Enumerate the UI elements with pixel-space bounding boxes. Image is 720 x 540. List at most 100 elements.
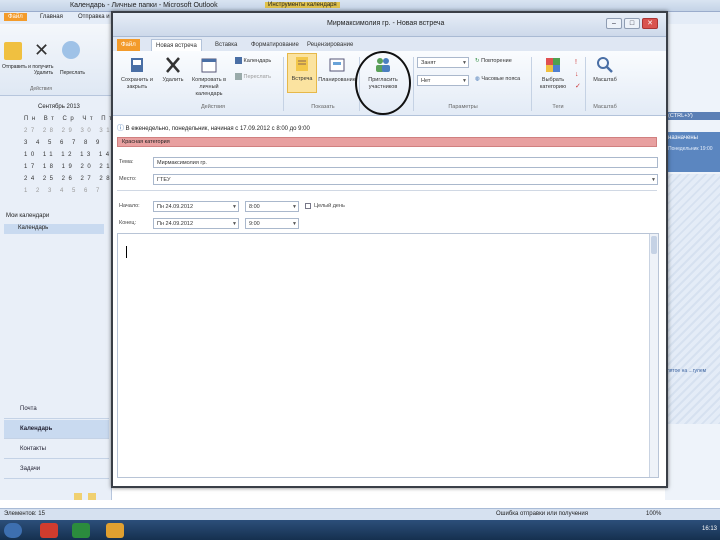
nav-tasks[interactable]: Задачи bbox=[4, 460, 109, 479]
recurrence-button[interactable]: ↻ Повторение bbox=[475, 58, 527, 65]
window-title: Мирмаксимолия гр. - Новая встреча bbox=[327, 20, 445, 27]
notes-body-textarea[interactable] bbox=[117, 233, 659, 478]
window-title-bar: Мирмаксимолия гр. - Новая встреча – □ ✕ bbox=[113, 13, 666, 37]
tab-review[interactable]: Рецензирование bbox=[303, 39, 357, 51]
end-time-value: 9:00 bbox=[249, 221, 260, 227]
outlook-title: Календарь - Личные папки - Microsoft Out… bbox=[70, 2, 218, 9]
divider bbox=[117, 190, 657, 191]
time-zones-button[interactable]: ◍ Часовые пояса bbox=[475, 76, 533, 83]
calendar-button-label: Календарь bbox=[243, 57, 272, 64]
delete-x-icon: ✕ bbox=[34, 40, 50, 60]
reminder-value: Нет bbox=[421, 78, 431, 84]
all-day-checkbox[interactable] bbox=[305, 203, 311, 209]
taskbar-app-icon[interactable] bbox=[40, 523, 58, 538]
calendar-button[interactable]: Календарь bbox=[235, 57, 279, 65]
calendar-grid bbox=[665, 174, 720, 424]
scrollbar-thumb[interactable] bbox=[651, 236, 657, 254]
tab-new-meeting[interactable]: Новая встреча bbox=[151, 39, 202, 51]
start-icon[interactable] bbox=[4, 523, 22, 538]
chevron-down-icon: ▼ bbox=[462, 60, 467, 66]
folder-list-icon[interactable] bbox=[88, 493, 96, 500]
calendar-item-label: Календарь bbox=[18, 225, 49, 231]
ribbon: Сохранить и закрыть Удалить Копировать в… bbox=[113, 51, 666, 116]
mini-calendar-row[interactable]: 1 2 3 4 5 6 7 bbox=[24, 188, 103, 194]
subject-input[interactable]: Мирмаксимолия гр. bbox=[153, 157, 658, 168]
forward-button[interactable]: Переслать bbox=[235, 73, 279, 81]
taskbar-clock: 16:13 bbox=[702, 526, 718, 532]
nav-mail[interactable]: Почта bbox=[4, 400, 109, 419]
save-close-icon bbox=[131, 58, 143, 72]
nav-calendar-label: Календарь bbox=[20, 426, 53, 432]
save-close-button[interactable]: Сохранить и закрыть bbox=[117, 55, 157, 91]
ribbon-separator bbox=[531, 57, 532, 111]
tab-send-bg[interactable]: Отправка и bbox=[78, 14, 110, 20]
tab-insert[interactable]: Вставка bbox=[211, 39, 241, 51]
status-error[interactable]: Ошибка отправки или получения bbox=[496, 511, 588, 517]
taskbar-app-icon[interactable] bbox=[72, 523, 90, 538]
end-date-picker[interactable]: Пн 24.09.2012 ▼ bbox=[153, 218, 239, 229]
tab-home-bg[interactable]: Главная bbox=[40, 14, 63, 20]
start-date-value: Пн 24.09.2012 bbox=[157, 204, 194, 210]
bg-btn-delete[interactable]: Удалить bbox=[34, 70, 53, 76]
bg-btn-forward[interactable]: Переслать bbox=[60, 70, 85, 76]
subject-value: Мирмаксимолия гр. bbox=[157, 160, 207, 166]
appointment-window: Мирмаксимолия гр. - Новая встреча – □ ✕ … bbox=[111, 11, 668, 488]
nav-contacts-label: Контакты bbox=[20, 446, 46, 452]
forward-icon bbox=[235, 73, 242, 80]
right-search-box[interactable]: (CTRL+У) bbox=[667, 112, 720, 120]
magnifier-icon bbox=[597, 57, 613, 73]
categorize-button[interactable]: Выбрать категорию bbox=[533, 55, 573, 91]
chevron-down-icon: ▼ bbox=[232, 204, 237, 210]
info-icon: ⓘ bbox=[117, 125, 124, 132]
end-time-select[interactable]: 9:00 ▼ bbox=[245, 218, 299, 229]
calendar-view-right: (CTRL+У) назначены Понедельник 19:00 пят… bbox=[665, 24, 720, 500]
tab-file[interactable]: Файл bbox=[117, 39, 140, 51]
location-input[interactable]: ГТЕУ ▼ bbox=[153, 174, 658, 185]
zoom-level: 100% bbox=[646, 511, 662, 517]
close-button[interactable]: ✕ bbox=[642, 18, 658, 29]
group-actions: Действия bbox=[200, 104, 226, 110]
zoom-button[interactable]: Масштаб bbox=[589, 55, 621, 84]
start-time-select[interactable]: 8:00 ▼ bbox=[245, 201, 299, 212]
vertical-scrollbar[interactable] bbox=[649, 234, 658, 477]
show-as-value: Занят bbox=[421, 60, 436, 66]
maximize-button[interactable]: □ bbox=[624, 18, 640, 29]
mini-calendar-row[interactable]: 3 4 5 6 7 8 9 bbox=[24, 140, 103, 146]
appointment-block[interactable]: назначены Понедельник 19:00 bbox=[665, 132, 720, 172]
location-value: ГТЕУ bbox=[157, 177, 171, 183]
calendar-item-row[interactable]: Календарь bbox=[4, 224, 104, 234]
start-date-picker[interactable]: Пн 24.09.2012 ▼ bbox=[153, 201, 239, 212]
my-calendars-header[interactable]: Мои календари bbox=[6, 213, 49, 219]
nav-contacts[interactable]: Контакты bbox=[4, 440, 109, 459]
tab-file-bg[interactable]: Файл bbox=[4, 13, 27, 21]
recurrence-info-text: В еженедельно, понедельник, начиная с 17… bbox=[125, 126, 310, 132]
copy-to-calendar-button[interactable]: Копировать в личный календарь bbox=[187, 55, 231, 98]
group-options: Параметры bbox=[448, 104, 478, 110]
nav-mail-label: Почта bbox=[20, 406, 37, 412]
calendar-copy-icon bbox=[201, 58, 217, 73]
reminder-select[interactable]: Нет ▼ bbox=[417, 75, 469, 86]
category-label: Красная категория bbox=[122, 139, 170, 145]
chevron-down-icon: ▼ bbox=[651, 177, 656, 183]
right-link[interactable]: пятое на ...гулем bbox=[667, 368, 706, 374]
subject-label: Тема: bbox=[119, 159, 134, 165]
taskbar-app-icon[interactable] bbox=[106, 523, 124, 538]
categorize-label: Выбрать категорию bbox=[539, 77, 567, 90]
tags-small-icons[interactable]: ! ↓ ✓ bbox=[575, 57, 581, 93]
group-tags: Теги bbox=[552, 104, 564, 110]
chevron-down-icon: ▼ bbox=[292, 204, 297, 210]
tab-format[interactable]: Форматирование bbox=[247, 39, 303, 51]
minimize-button[interactable]: – bbox=[606, 18, 622, 29]
time-zones-label: Часовые пояса bbox=[481, 76, 521, 82]
folder-icon[interactable] bbox=[74, 493, 82, 500]
end-label: Конец: bbox=[119, 220, 137, 226]
appointment-view-button[interactable]: Встреча bbox=[287, 53, 317, 93]
location-label: Место: bbox=[119, 176, 137, 182]
delete-button[interactable]: Удалить bbox=[159, 55, 187, 84]
scheduling-button[interactable]: Планирование bbox=[317, 55, 357, 84]
copy-to-calendar-label: Копировать в личный календарь bbox=[191, 77, 227, 97]
show-as-select[interactable]: Занят ▼ bbox=[417, 57, 469, 68]
category-grid-icon bbox=[546, 58, 560, 72]
nav-calendar[interactable]: Календарь bbox=[4, 420, 109, 439]
delete-label: Удалить bbox=[162, 77, 184, 83]
